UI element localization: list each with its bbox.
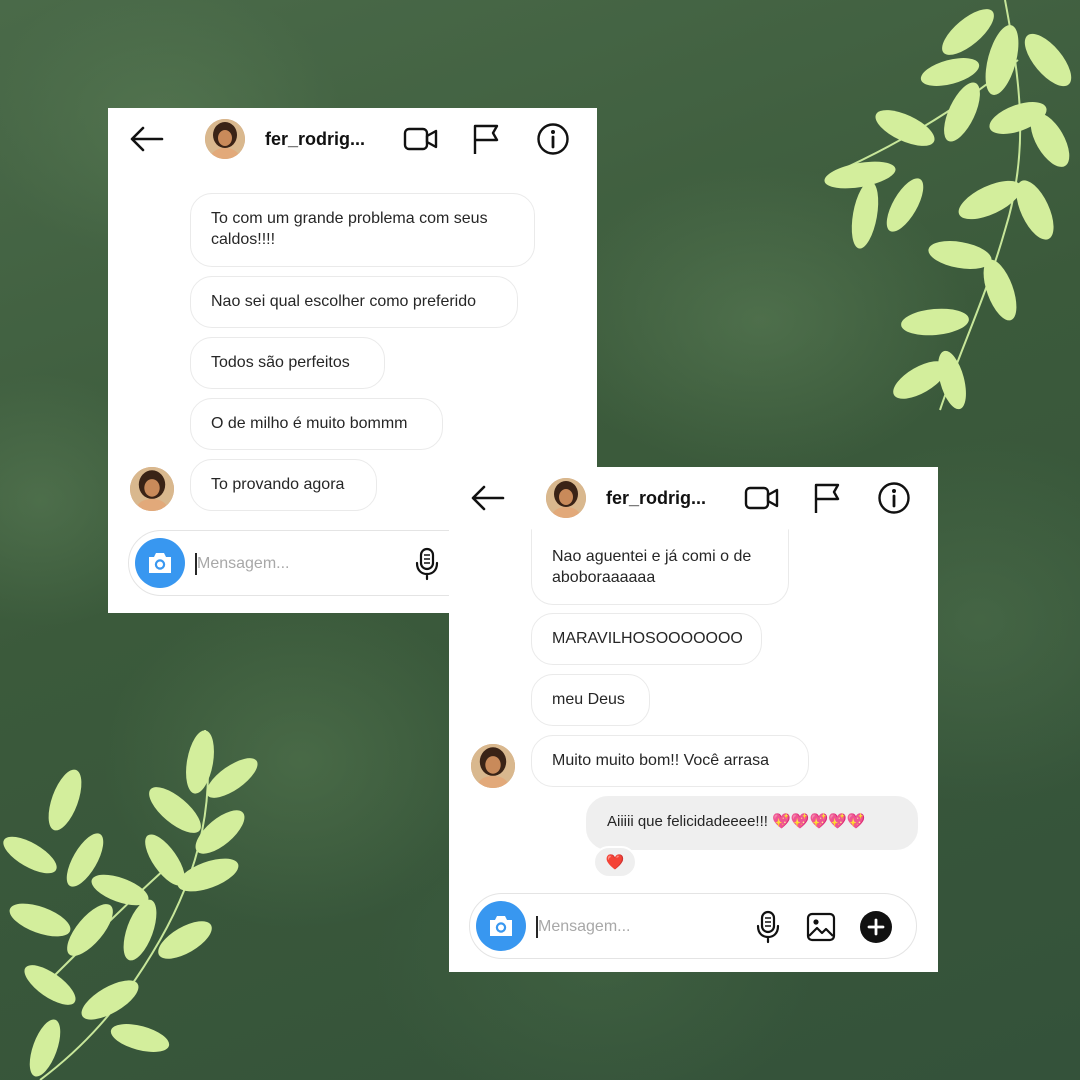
flag-icon[interactable] [812, 481, 844, 515]
camera-button[interactable] [135, 538, 185, 588]
camera-icon [149, 553, 171, 573]
contact-username[interactable]: fer_rodrig... [606, 488, 706, 509]
message-avatar [130, 467, 174, 511]
message-avatar [471, 744, 515, 788]
message-composer [469, 893, 917, 959]
outgoing-message: Aiiiii que felicidadeeee!!! 💖💖💖💖💖 [586, 796, 918, 850]
incoming-message: meu Deus [531, 674, 650, 726]
microphone-icon[interactable] [415, 547, 439, 581]
contact-username[interactable]: fer_rodrig... [265, 129, 365, 150]
info-icon[interactable] [877, 481, 911, 515]
video-call-icon[interactable] [744, 483, 780, 513]
contact-avatar[interactable] [205, 119, 245, 159]
incoming-message: Todos são perfeitos [190, 337, 385, 389]
gallery-icon[interactable] [806, 912, 836, 942]
incoming-message: Muito muito bom!! Você arrasa [531, 735, 809, 787]
heart-reaction-icon: ❤️ [605, 854, 625, 871]
incoming-message: Nao aguentei e já comi o de aboboraaaaaa [531, 529, 789, 605]
incoming-message: MARAVILHOSOOOOOOO [531, 613, 762, 665]
chat-header: fer_rodrig... [108, 108, 597, 172]
plus-icon[interactable] [860, 911, 892, 943]
chat-header: fer_rodrig... [449, 467, 938, 531]
incoming-message: Nao sei qual escolher como preferido [190, 276, 518, 328]
camera-icon [490, 916, 512, 936]
incoming-message: To provando agora [190, 459, 377, 511]
incoming-message: To com um grande problema com seus caldo… [190, 193, 535, 267]
video-call-icon[interactable] [403, 124, 439, 154]
message-input[interactable] [538, 916, 728, 938]
camera-button[interactable] [476, 901, 526, 951]
flag-icon[interactable] [471, 122, 503, 156]
reaction-badge[interactable]: ❤️ [593, 846, 637, 878]
microphone-icon[interactable] [756, 910, 780, 944]
info-icon[interactable] [536, 122, 570, 156]
contact-avatar[interactable] [546, 478, 586, 518]
message-input[interactable] [197, 553, 397, 575]
back-arrow-icon[interactable] [469, 483, 505, 513]
incoming-message: O de milho é muito bommm [190, 398, 443, 450]
back-arrow-icon[interactable] [128, 124, 164, 154]
chat-screenshot-2: fer_rodrig... Nao aguentei e já comi o d… [449, 467, 938, 972]
